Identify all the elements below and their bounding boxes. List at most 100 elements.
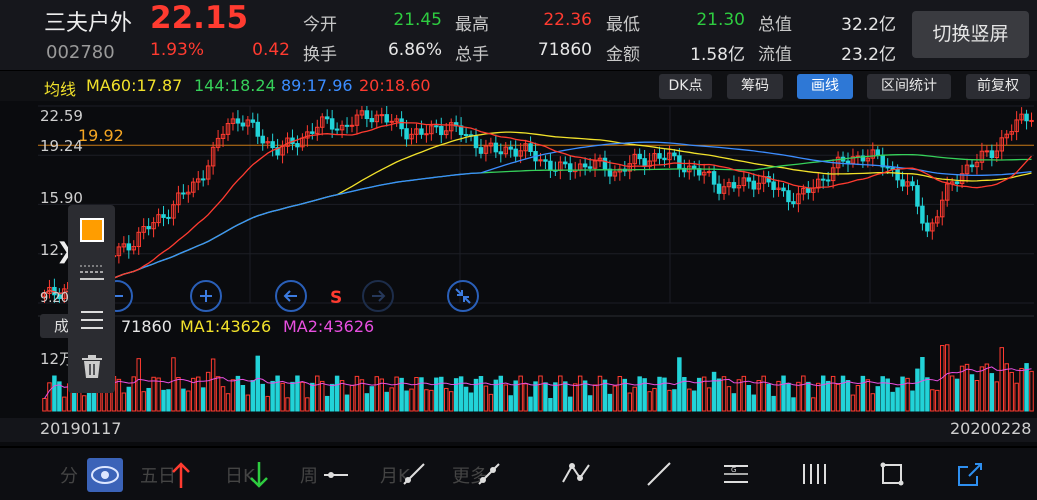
volume-bar [364, 393, 370, 412]
quote-value-low: 21.30 [696, 10, 745, 30]
volume-bar [915, 368, 920, 412]
trash-icon[interactable] [81, 355, 103, 379]
change-amount: 0.42 [252, 40, 290, 60]
visibility-toggle[interactable] [87, 458, 123, 492]
volume-bar [830, 375, 836, 412]
candle-body [989, 150, 995, 159]
candle-body [255, 121, 260, 137]
volume-bar [374, 376, 380, 412]
volume-bar [592, 384, 598, 412]
candle-body [984, 150, 990, 153]
zoom-in-button[interactable] [190, 280, 222, 312]
volume-bar [220, 386, 226, 412]
volume-bar [860, 375, 866, 412]
scroll-right-button[interactable] [362, 280, 394, 312]
fit-screen-button[interactable] [447, 280, 479, 312]
volume-bar [731, 393, 737, 412]
volume-bar [657, 376, 662, 412]
volume-bar [806, 381, 811, 412]
volume-bar [215, 376, 221, 412]
dk-point-button[interactable]: DK点 [659, 74, 712, 99]
candle-body [587, 166, 593, 169]
switch-portrait-button[interactable]: 切换竖屏 [912, 11, 1029, 58]
candle-body [677, 155, 682, 169]
tab-minute[interactable]: 分 [60, 462, 78, 488]
candle-body [706, 171, 712, 174]
volume-bar [57, 381, 62, 412]
volume-bar [191, 377, 196, 412]
mark-s[interactable]: S [330, 288, 342, 308]
volume-bar [553, 382, 558, 412]
volume-bar [528, 396, 533, 412]
volume-bar [270, 380, 275, 412]
volume-bar [230, 379, 236, 412]
fibonacci-icon[interactable]: G [722, 460, 750, 488]
volume-bar [900, 376, 905, 412]
forward-adjust-button[interactable]: 前复权 [966, 74, 1030, 99]
volume-bar [121, 392, 127, 412]
rectangle-icon[interactable] [878, 460, 906, 488]
color-swatch[interactable] [80, 218, 104, 242]
kline-svg [38, 105, 1034, 412]
share-export-icon[interactable] [955, 460, 983, 488]
volume-bar [156, 377, 161, 412]
arrow-down-icon[interactable] [248, 460, 270, 490]
candle-body [746, 177, 752, 182]
volume-bar [969, 374, 975, 412]
volume-bar [756, 380, 761, 412]
volume-bar [320, 380, 325, 412]
volume-bar [771, 395, 776, 412]
volume-bar [870, 393, 876, 412]
bottom-toolbar: 分 五日 日K 周 月K 更多 G [0, 448, 1037, 500]
volume-bar [979, 366, 985, 412]
candle-body [513, 148, 518, 157]
segment-line-icon[interactable] [400, 460, 428, 488]
trend-line-icon[interactable] [645, 460, 673, 488]
volume-bars [42, 344, 1034, 412]
volume-bar [890, 391, 895, 412]
line-style-icon[interactable] [79, 263, 105, 283]
volume-bar [424, 389, 429, 412]
volume-bar [488, 393, 494, 412]
volume-bar [166, 389, 171, 412]
volume-bar [444, 387, 449, 412]
volume-ma1: MA1:43626 [180, 317, 272, 336]
candle-body [250, 119, 256, 123]
candle-body [364, 110, 370, 120]
volume-bar [483, 385, 489, 412]
arrow-up-icon[interactable] [170, 460, 192, 490]
kline-chart-area[interactable]: 22.59 19.24 15.90 12. 9.20 19.92 S ❯ 成 7… [0, 101, 1037, 446]
quote-label-float: 流值 [758, 45, 792, 65]
change-percent: 1.93% [150, 40, 205, 60]
candle-body [439, 125, 444, 136]
volume-bar [255, 355, 260, 412]
candle-body [954, 181, 960, 185]
svg-text:G: G [731, 466, 736, 474]
candle-body [379, 114, 384, 117]
candle-body [582, 163, 588, 168]
chips-button[interactable]: 筹码 [727, 74, 783, 99]
scroll-left-button[interactable] [275, 280, 307, 312]
volume-bar [543, 382, 548, 412]
volume-bar [533, 381, 538, 412]
range-stats-button[interactable]: 区间统计 [867, 74, 951, 99]
volume-bar [607, 393, 613, 412]
volume-bar [801, 375, 806, 412]
candle-body [310, 131, 315, 134]
volume-bar [384, 391, 389, 412]
candle-body [399, 118, 404, 130]
horizontal-line-icon[interactable] [322, 462, 350, 488]
polyline-icon[interactable] [560, 460, 592, 488]
draw-line-button[interactable]: 画线 [797, 74, 853, 99]
tab-weekly[interactable]: 周 [300, 462, 318, 488]
volume-bar [568, 396, 573, 412]
volume-bar [597, 375, 603, 412]
ray-line-icon[interactable] [475, 460, 503, 488]
candle-body [324, 116, 330, 120]
line-width-icon[interactable] [80, 309, 104, 331]
volume-bar [1004, 363, 1009, 412]
vertical-lines-icon[interactable] [800, 460, 830, 488]
candle-body [166, 216, 171, 219]
volume-bar [339, 380, 345, 412]
candle-body [473, 135, 479, 149]
